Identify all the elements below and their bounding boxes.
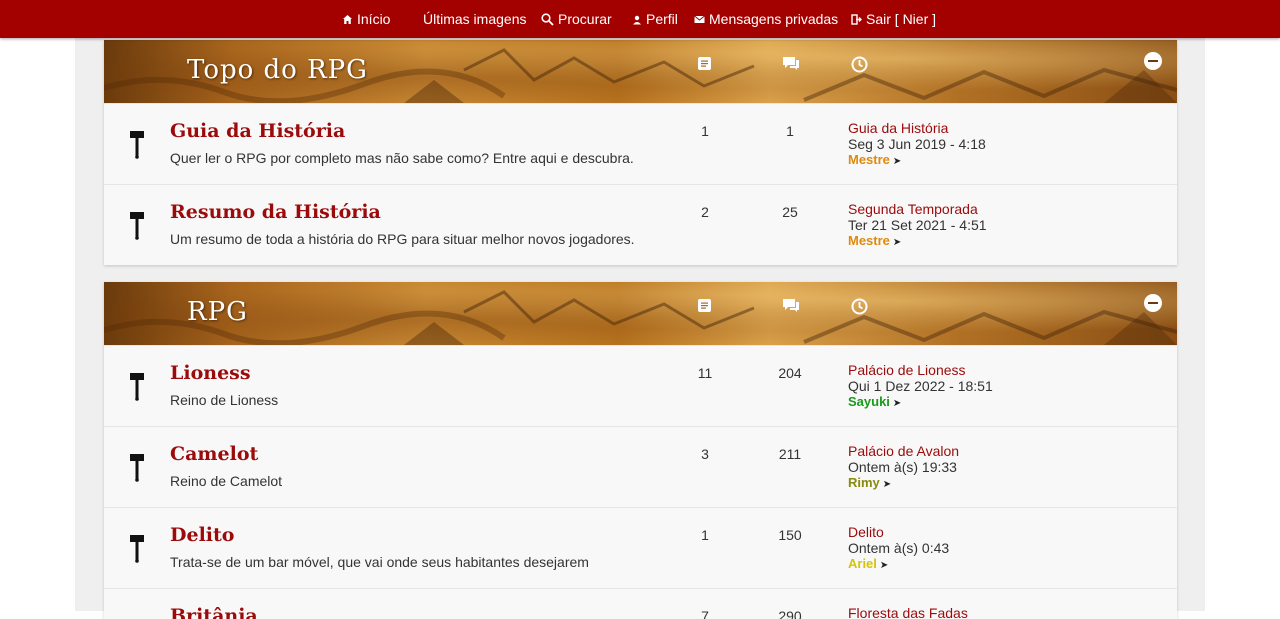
forum-posts-count: 150 <box>778 527 802 543</box>
hammer-icon <box>129 453 145 488</box>
forum-topics-count: 2 <box>701 204 709 220</box>
forum-description: Quer ler o RPG por completo mas não sabe… <box>170 150 634 166</box>
forum-title-link[interactable]: Delito <box>170 524 234 546</box>
forum-row: Guia da História Quer ler o RPG por comp… <box>104 103 1177 184</box>
forum-topics-count: 11 <box>697 365 713 381</box>
go-to-post-icon[interactable]: ➤ <box>893 398 901 409</box>
forum-row: Resumo da História Um resumo de toda a h… <box>104 184 1177 265</box>
hammer-icon <box>129 372 145 407</box>
category-header: RPG <box>104 282 1177 345</box>
forum-posts-count: 211 <box>778 446 802 462</box>
clock-icon <box>851 298 868 320</box>
category-title: Topo do RPG <box>187 55 368 85</box>
forum-posts-count: 290 <box>778 608 802 619</box>
search-icon <box>541 12 554 26</box>
topics-icon <box>697 298 712 318</box>
forum-title-link[interactable]: Guia da História <box>170 120 345 142</box>
last-post-date: Ontem à(s) 19:33 <box>848 459 957 475</box>
hammer-icon <box>129 211 145 246</box>
nav-mensagens-privadas[interactable]: Mensagens privadas <box>694 11 838 27</box>
go-to-post-icon[interactable]: ➤ <box>883 479 891 490</box>
forum-topics-count: 1 <box>701 123 709 139</box>
hammer-icon <box>129 534 145 569</box>
forum-row: Camelot Reino de Camelot 3 211 Palácio d… <box>104 426 1177 507</box>
forum-description: Reino de Lioness <box>170 392 279 408</box>
category-topo-do-rpg: Topo do RPG Guia da História Quer ler o … <box>104 40 1177 265</box>
nav-ultimas-imagens-label: Últimas imagens <box>423 11 527 27</box>
forum-title-link[interactable]: Camelot <box>170 443 258 465</box>
forum-posts-count: 1 <box>786 123 794 139</box>
category-title: RPG <box>187 297 248 327</box>
last-post-date: Ter 21 Set 2021 - 4:51 <box>848 217 987 233</box>
collapse-category-button[interactable] <box>1144 52 1162 70</box>
nav-procurar-label: Procurar <box>558 11 612 27</box>
last-post-user[interactable]: Sayuki ➤ <box>848 394 901 409</box>
user-icon <box>632 14 642 25</box>
last-topic-link[interactable]: Palácio de Lioness <box>848 362 966 378</box>
header-texture <box>104 290 1177 345</box>
nav-perfil[interactable]: Perfil <box>632 11 678 27</box>
last-post-user[interactable]: Rimy ➤ <box>848 475 891 490</box>
nav-inicio-label: Início <box>357 11 391 27</box>
last-topic-link[interactable]: Palácio de Avalon <box>848 443 959 459</box>
last-post-user[interactable]: Ariel ➤ <box>848 556 888 571</box>
forum-row: Lioness Reino de Lioness 11 204 Palácio … <box>104 345 1177 426</box>
last-post-username[interactable]: Rimy <box>848 475 880 490</box>
category-rpg: RPG Lioness Reino de Lioness 11 204 Palá… <box>104 282 1177 619</box>
forum-topics-count: 7 <box>701 608 709 619</box>
forum-description: Trata-se de um bar móvel, que vai onde s… <box>170 554 589 570</box>
last-post-date: Seg 3 Jun 2019 - 4:18 <box>848 136 986 152</box>
nav-inicio[interactable]: Início <box>342 11 390 27</box>
last-topic-link[interactable]: Segunda Temporada <box>848 201 978 217</box>
hammer-icon <box>129 130 145 165</box>
last-post-date: Qui 1 Dez 2022 - 18:51 <box>848 378 993 394</box>
posts-icon <box>782 298 800 318</box>
forum-posts-count: 204 <box>778 365 802 381</box>
forum-topics-count: 1 <box>701 527 709 543</box>
nav-sair-label: Sair [ Nier ] <box>866 11 937 27</box>
topics-icon <box>697 56 712 76</box>
nav-sair[interactable]: Sair [ Nier ] <box>851 11 936 27</box>
last-topic-link[interactable]: Floresta das Fadas <box>848 605 968 619</box>
forum-title-link[interactable]: Britânia <box>170 605 258 619</box>
last-topic-link[interactable]: Guia da História <box>848 120 948 136</box>
collapse-category-button[interactable] <box>1144 294 1162 312</box>
nav-mensagens-label: Mensagens privadas <box>709 11 839 27</box>
top-navigation-bar: Início Últimas imagens Procurar Perfil M… <box>0 0 1280 38</box>
forum-topics-count: 3 <box>701 446 709 462</box>
last-post-username[interactable]: Ariel <box>848 556 877 571</box>
last-post-username[interactable]: Mestre <box>848 233 890 248</box>
last-post-date: Ontem à(s) 0:43 <box>848 540 950 556</box>
go-to-post-icon[interactable]: ➤ <box>893 237 901 248</box>
last-post-username[interactable]: Mestre <box>848 152 890 167</box>
nav-procurar[interactable]: Procurar <box>541 11 612 27</box>
forum-row: Delito Trata-se de um bar móvel, que vai… <box>104 507 1177 588</box>
go-to-post-icon[interactable]: ➤ <box>880 560 888 571</box>
forum-description: Reino de Camelot <box>170 473 283 489</box>
clock-icon <box>851 56 868 78</box>
forum-posts-count: 25 <box>782 204 798 220</box>
forum-title-link[interactable]: Lioness <box>170 362 251 384</box>
logout-icon <box>851 13 862 25</box>
last-post-user[interactable]: Mestre ➤ <box>848 233 901 248</box>
last-post-user[interactable]: Mestre ➤ <box>848 152 901 167</box>
category-header: Topo do RPG <box>104 40 1177 103</box>
nav-ultimas-imagens[interactable]: Últimas imagens <box>423 11 526 27</box>
forum-description: Um resumo de toda a história do RPG para… <box>170 231 635 247</box>
go-to-post-icon[interactable]: ➤ <box>893 156 901 167</box>
home-icon <box>342 14 353 25</box>
forum-title-link[interactable]: Resumo da História <box>170 201 381 223</box>
forum-row: Britânia 7 290 Floresta das Fadas <box>104 588 1177 619</box>
last-topic-link[interactable]: Delito <box>848 524 884 540</box>
nav-perfil-label: Perfil <box>646 11 678 27</box>
mail-icon <box>694 15 705 24</box>
last-post-username[interactable]: Sayuki <box>848 394 890 409</box>
posts-icon <box>782 56 800 76</box>
